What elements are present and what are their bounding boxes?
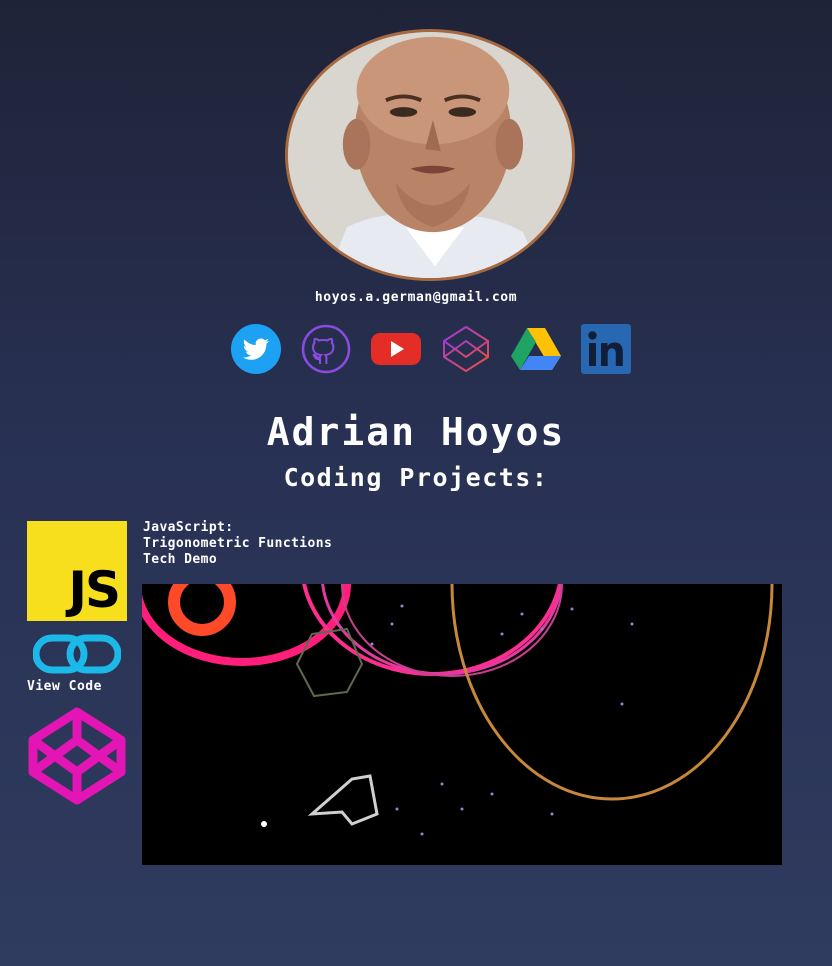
page-title: Adrian Hoyos	[266, 410, 566, 454]
link-icon[interactable]	[33, 633, 121, 675]
javascript-logo-text: JS	[68, 561, 121, 619]
codepen-icon[interactable]	[27, 706, 127, 806]
github-icon[interactable]	[300, 323, 352, 375]
email-link[interactable]: hoyos.a.german@gmail.com	[0, 290, 832, 305]
linkedin-icon[interactable]	[580, 323, 632, 375]
youtube-icon[interactable]	[370, 323, 422, 375]
project-demo-preview[interactable]	[142, 584, 782, 865]
javascript-logo-icon[interactable]: JS	[27, 521, 127, 621]
view-code-link[interactable]: View Code	[27, 679, 127, 694]
project-title: JavaScript: Trigonometric Functions Tech…	[143, 520, 332, 568]
project-title-line: JavaScript:	[143, 520, 234, 535]
social-links	[230, 323, 632, 375]
profile-photo	[285, 29, 575, 281]
codepen-icon[interactable]	[440, 323, 492, 375]
twitter-icon[interactable]	[230, 323, 282, 375]
project-actions: JS View Code	[27, 521, 127, 806]
project-title-line: Trigonometric Functions	[143, 536, 333, 551]
project-title-line: Tech Demo	[143, 552, 218, 567]
google-drive-icon[interactable]	[510, 323, 562, 375]
section-heading: Coding Projects:	[283, 463, 549, 492]
